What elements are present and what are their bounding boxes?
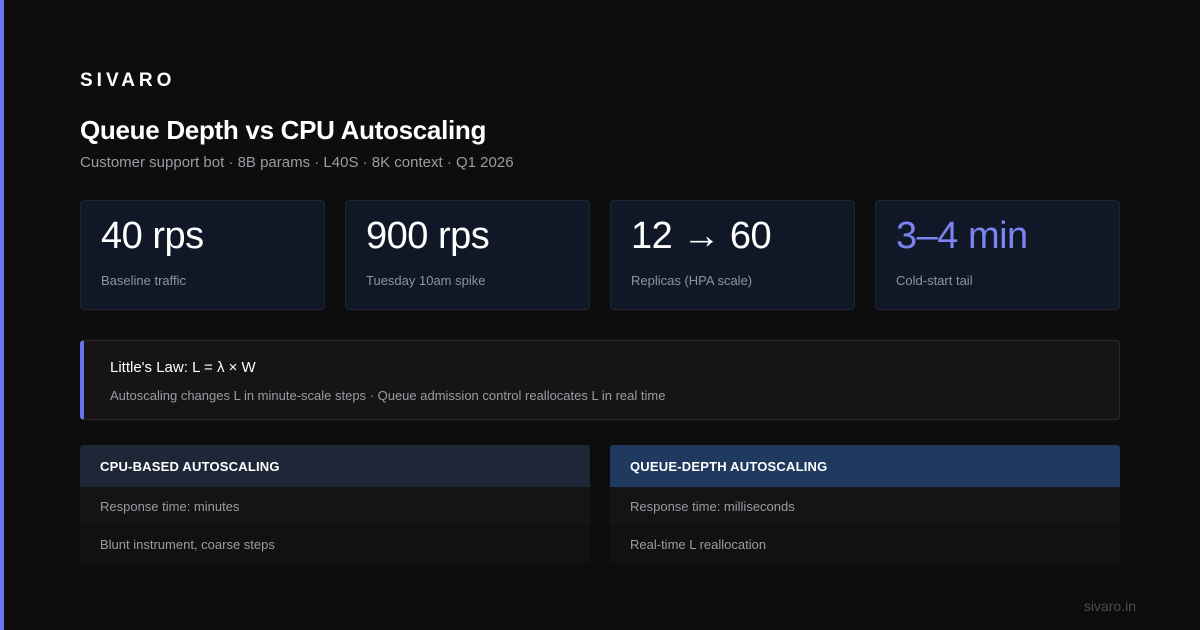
stat-value: 3–4 min [896,215,1028,257]
cpu-column-header: CPU-BASED AUTOSCALING [80,445,590,487]
littles-law-callout: Little's Law: L = λ × W Autoscaling chan… [80,340,1120,420]
queue-column-header: QUEUE-DEPTH AUTOSCALING [610,445,1120,487]
stat-label: Baseline traffic [101,273,187,288]
list-item: Response time: milliseconds [610,487,1120,525]
stat-value: 12 → 60 [631,215,772,257]
queue-column: QUEUE-DEPTH AUTOSCALING Response time: m… [610,445,1120,563]
law-title: Little's Law: L = λ × W [110,359,256,376]
brand-logo: SIVARO [80,70,176,91]
cpu-column: CPU-BASED AUTOSCALING Response time: min… [80,445,590,563]
law-description: Autoscaling changes L in minute-scale st… [110,388,666,403]
stat-card-spike: 900 rps Tuesday 10am spike [345,200,590,310]
left-accent-bar [0,0,4,630]
stat-value: 900 rps [366,215,490,257]
stat-value: 40 rps [101,215,204,257]
stat-card-baseline: 40 rps Baseline traffic [80,200,325,310]
list-item: Response time: minutes [80,487,590,525]
footer-url: sivaro.in [1083,598,1136,614]
comparison-section: CPU-BASED AUTOSCALING Response time: min… [80,445,1120,563]
stat-card-cold-start: 3–4 min Cold-start tail [875,200,1120,310]
page-title: Queue Depth vs CPU Autoscaling [80,115,487,145]
stat-label: Cold-start tail [896,273,973,288]
list-item: Real-time L reallocation [610,525,1120,563]
page-subtitle: Customer support bot · 8B params · L40S … [80,154,514,171]
stat-card-replicas: 12 → 60 Replicas (HPA scale) [610,200,855,310]
list-item: Blunt instrument, coarse steps [80,525,590,563]
stat-label: Replicas (HPA scale) [631,273,753,288]
stats-row: 40 rps Baseline traffic 900 rps Tuesday … [80,200,1120,310]
stat-label: Tuesday 10am spike [366,273,486,288]
